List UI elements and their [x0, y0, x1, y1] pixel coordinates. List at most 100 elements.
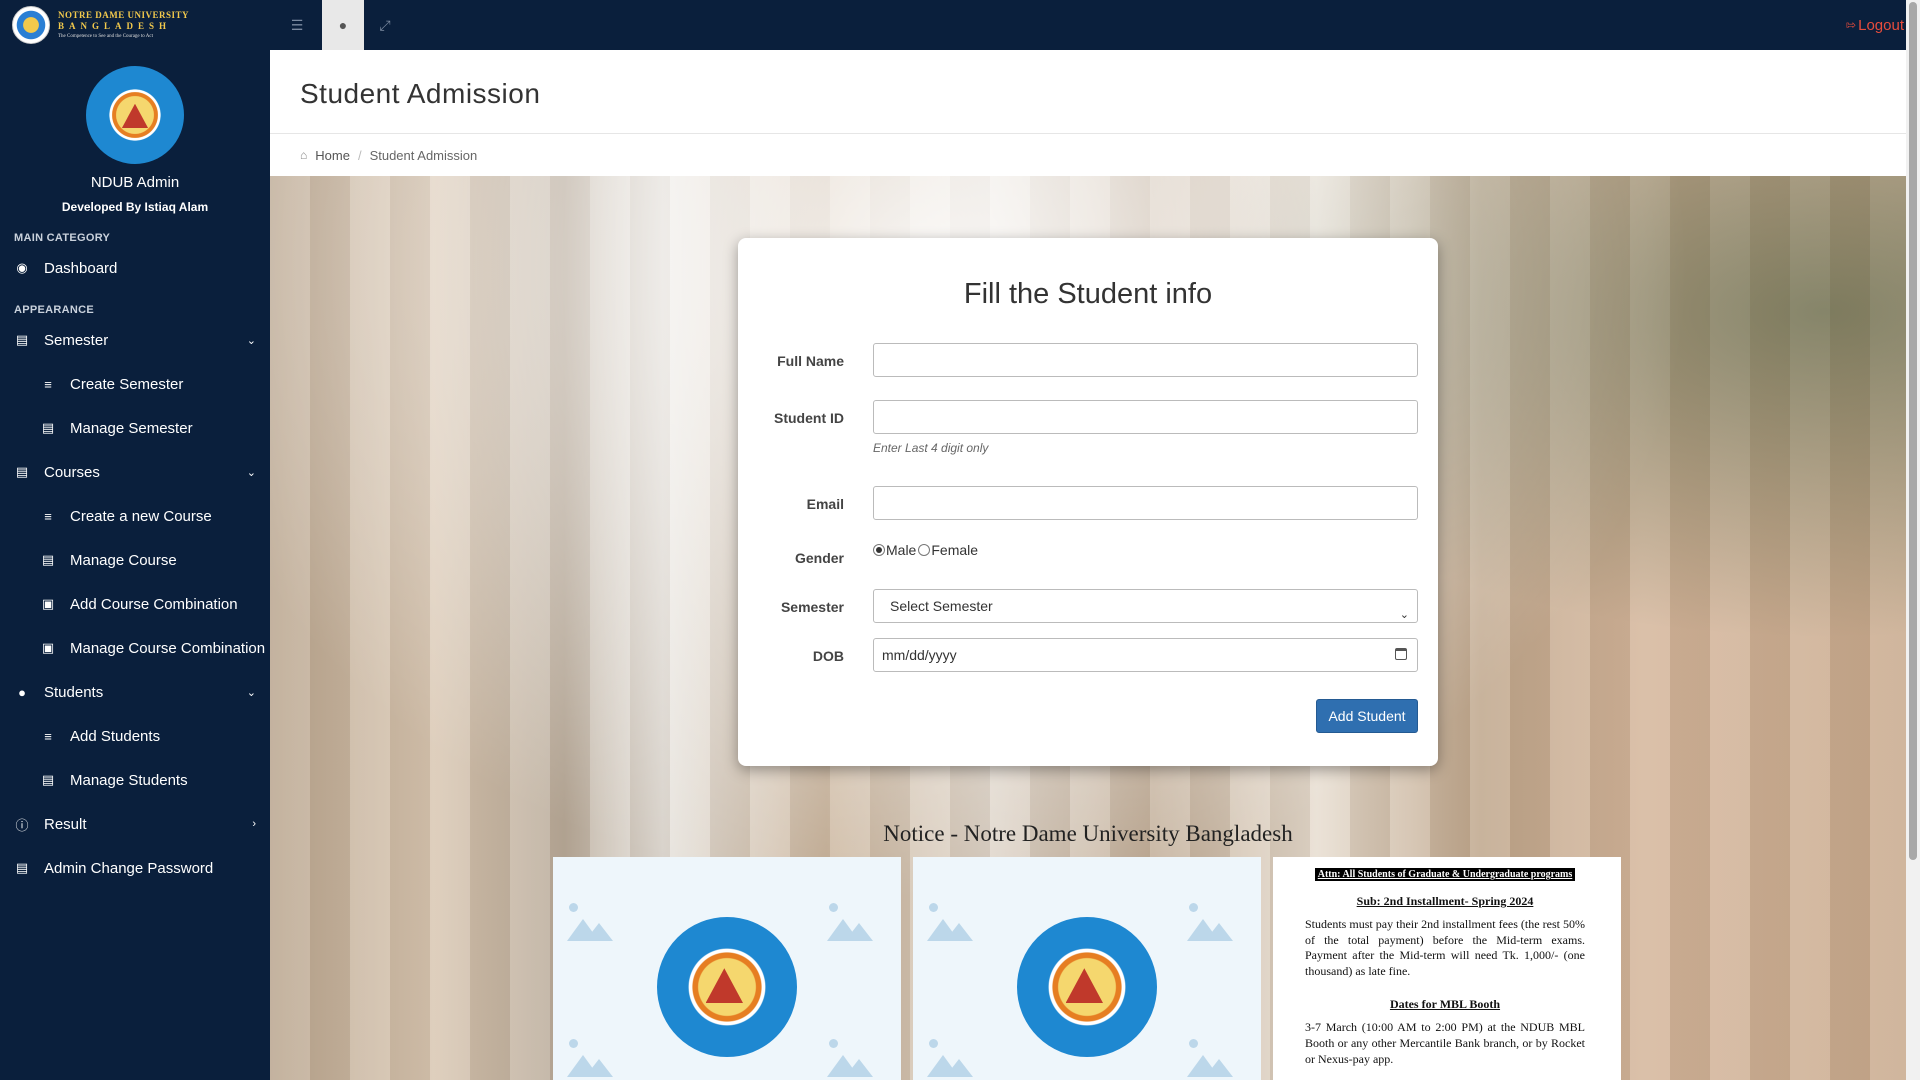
logout-icon: ⇰ [1846, 18, 1857, 32]
image-placeholder-icon [1187, 1051, 1237, 1077]
page-scrollbar[interactable] [1906, 0, 1920, 1080]
sidebar-item-manage-semester[interactable]: ▤ Manage Semester [0, 406, 270, 450]
email-label: Email [806, 496, 844, 512]
bars-icon: ≡ [44, 728, 52, 744]
notice-body: Students must pay their 2nd installment … [1305, 917, 1585, 978]
semester-select[interactable]: Select Semester ⌄ [873, 589, 1418, 623]
image-placeholder-icon [567, 1051, 617, 1077]
brand-motto: The Competence to See and the Courage to… [58, 34, 153, 39]
notice-attn: Attn: All Students of Graduate & Undergr… [1305, 868, 1585, 881]
sidebar: NDUB Admin Developed By Istiaq Alam MAIN… [0, 50, 270, 1080]
file-icon: ▤ [15, 464, 29, 479]
brand-country: BANGLADESH [58, 21, 172, 31]
semester-row: Semester Select Semester ⌄ [738, 589, 1438, 625]
notice-card-1[interactable] [553, 857, 901, 1080]
sidebar-item-create-semester[interactable]: ≡ Create Semester [0, 362, 270, 406]
add-student-button[interactable]: Add Student [1316, 699, 1418, 733]
dob-date-input[interactable]: mm/dd/yyyy [873, 638, 1418, 672]
chevron-down-icon: ⌄ [246, 686, 256, 699]
calendar-icon[interactable] [1395, 648, 1407, 660]
gender-male-label: Male [886, 542, 917, 558]
sidebar-item-label: Manage Course [70, 551, 177, 569]
image-placeholder-icon [827, 915, 877, 941]
semester-selected-value: Select Semester [890, 598, 993, 614]
sidebar-item-students[interactable]: ● Students ⌄ [0, 670, 270, 714]
student-id-label: Student ID [774, 410, 844, 426]
sidebar-item-label: Dashboard [44, 259, 118, 277]
sidebar-item-label: Manage Course Combination [70, 639, 266, 657]
sidebar-item-semester[interactable]: ▤ Semester ⌄ [0, 318, 270, 362]
email-input[interactable] [873, 486, 1418, 520]
chevron-down-icon: ⌄ [246, 334, 256, 347]
semester-label: Semester [780, 599, 844, 615]
sidebar-item-admin-change-password[interactable]: ▤ Admin Change Password [0, 846, 270, 890]
menu-toggle-button[interactable]: ☰ [276, 0, 318, 50]
university-seal [86, 66, 184, 164]
server-icon: ▤ [15, 860, 29, 875]
expand-icon: ⤢ [379, 16, 391, 33]
logout-label: Logout [1858, 16, 1904, 34]
sidebar-item-manage-course-combination[interactable]: ▣ Manage Course Combination [0, 626, 270, 670]
info-icon: ⓘ [15, 817, 29, 833]
breadcrumb: ⌂ Home / Student Admission [270, 134, 1906, 176]
user-profile-button[interactable]: ● [322, 0, 364, 50]
student-id-input[interactable] [873, 400, 1418, 434]
gender-male-radio[interactable] [873, 544, 885, 556]
student-form-card: Fill the Student info Full Name Student … [738, 238, 1438, 766]
scrollbar-thumb[interactable] [1909, 2, 1917, 860]
fullscreen-button[interactable]: ⤢ [364, 0, 406, 50]
brand-logo-link[interactable]: NOTRE DAME UNIVERSITY BANGLADESH The Com… [0, 0, 270, 50]
sidebar-item-label: Semester [44, 331, 109, 349]
bars-icon: ≡ [44, 508, 52, 524]
server-icon: ▤ [41, 772, 55, 787]
image-placeholder-icon [827, 1051, 877, 1077]
gender-radio-group: Male Female [873, 542, 978, 558]
full-name-row: Full Name [738, 343, 1438, 379]
sidebar-item-courses[interactable]: ▤ Courses ⌄ [0, 450, 270, 494]
main-content: Student Admission ⌂ Home / Student Admis… [270, 50, 1906, 1080]
sidebar-item-label: Add Course Combination [70, 595, 238, 613]
dob-label: DOB [812, 648, 844, 664]
sidebar-item-add-students[interactable]: ≡ Add Students [0, 714, 270, 758]
bars-icon: ≡ [44, 376, 52, 392]
list-icon: ☰ [290, 16, 304, 33]
breadcrumb-current: Student Admission [369, 147, 478, 163]
gender-label: Gender [794, 550, 844, 566]
profile-name: NDUB Admin [90, 174, 180, 191]
dob-row: DOB mm/dd/yyyy [738, 638, 1438, 674]
page-header: Student Admission [270, 50, 1906, 134]
sidebar-item-label: Create a new Course [70, 507, 212, 525]
sidebar-item-dashboard[interactable]: ◉ Dashboard [0, 246, 270, 290]
breadcrumb-home-link[interactable]: Home [315, 148, 350, 163]
sidebar-item-manage-students[interactable]: ▤ Manage Students [0, 758, 270, 802]
image-placeholder-icon [567, 915, 617, 941]
sidebar-item-manage-course[interactable]: ▤ Manage Course [0, 538, 270, 582]
server-icon: ▤ [41, 552, 55, 567]
chevron-right-icon: › [252, 818, 256, 830]
section-appearance: APPEARANCE [14, 304, 95, 316]
sidebar-item-create-course[interactable]: ≡ Create a new Course [0, 494, 270, 538]
notice-dates-heading: Dates for MBL Booth [1389, 997, 1501, 1012]
top-navbar: NOTRE DAME UNIVERSITY BANGLADESH The Com… [0, 0, 1906, 50]
section-main-category: MAIN CATEGORY [14, 232, 111, 244]
notice-card-3[interactable]: Attn: All Students of Graduate & Undergr… [1273, 857, 1621, 1080]
sidebar-item-add-course-combination[interactable]: ▣ Add Course Combination [0, 582, 270, 626]
sidebar-item-label: Add Students [70, 727, 161, 745]
users-icon: ● [18, 684, 26, 700]
notice-subject: Sub: 2nd Installment- Spring 2024 [1356, 894, 1534, 908]
notice-card-2[interactable] [913, 857, 1261, 1080]
gender-female-radio[interactable] [918, 544, 931, 556]
brand-name: NOTRE DAME UNIVERSITY [58, 10, 190, 20]
student-id-help-text: Enter Last 4 digit only [873, 441, 989, 455]
file-icon: ▤ [15, 332, 29, 347]
sidebar-item-label: Courses [44, 463, 100, 481]
form-heading: Fill the Student info [963, 278, 1213, 310]
sidebar-item-label: Manage Students [70, 771, 188, 789]
student-id-row: Student ID Enter Last 4 digit only [738, 400, 1438, 455]
dob-placeholder: mm/dd/yyyy [882, 647, 957, 663]
logout-link[interactable]: ⇰ Logout [1846, 0, 1906, 50]
sidebar-item-result[interactable]: ⓘ Result › [0, 802, 270, 846]
dashboard-icon: ◉ [16, 260, 28, 275]
full-name-input[interactable] [873, 343, 1418, 377]
image-placeholder-icon [1187, 915, 1237, 941]
